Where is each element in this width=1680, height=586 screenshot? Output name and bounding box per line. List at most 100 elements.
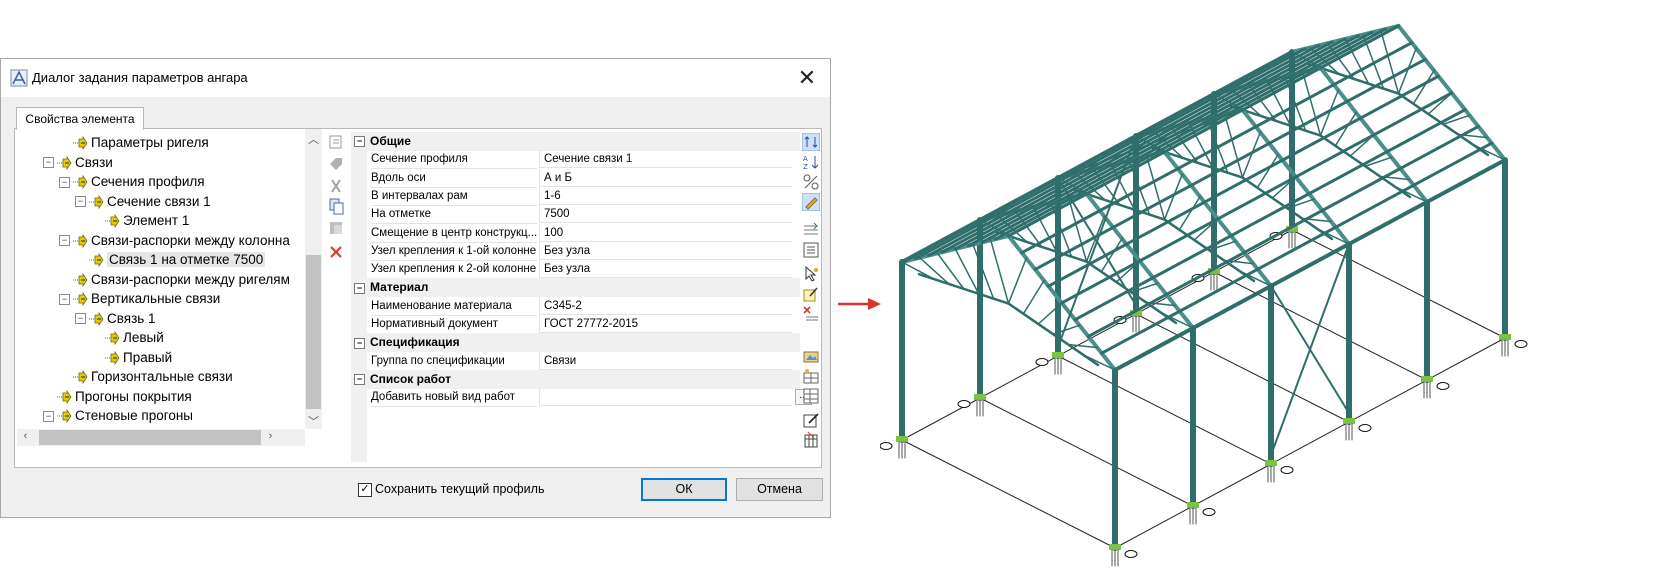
grid-property-row[interactable]: Узел крепления к 1-ой колонне Без узла bbox=[351, 241, 800, 261]
property-value[interactable]: А и Б bbox=[539, 168, 792, 187]
grid-category[interactable]: − Список работ bbox=[351, 369, 800, 389]
scroll-right-icon[interactable]: › bbox=[262, 430, 279, 442]
grid-category[interactable]: − Спецификация bbox=[351, 333, 800, 353]
collapse-toggle-icon[interactable]: − bbox=[354, 337, 365, 349]
grid-property-row[interactable]: Смещение в центр конструкц... 100 bbox=[351, 223, 800, 243]
node-icon bbox=[57, 155, 72, 170]
scroll-down-icon[interactable]: ﹀ bbox=[305, 413, 322, 429]
remove-row-icon[interactable] bbox=[802, 305, 820, 323]
property-name: Наименование материала bbox=[371, 297, 537, 316]
property-value[interactable]: 100 bbox=[539, 223, 792, 242]
grid-property-row[interactable]: Добавить новый вид работ... bbox=[351, 388, 812, 408]
tree-item[interactable]: − Связи-распорки между колонна bbox=[59, 231, 290, 250]
cut-icon[interactable] bbox=[327, 177, 345, 195]
tree-item-label: Связь 1 на отметке 7500 bbox=[107, 252, 266, 267]
collapse-toggle-icon[interactable]: − bbox=[354, 374, 365, 386]
tree-item[interactable]: Правый bbox=[91, 348, 172, 367]
tree-item[interactable]: Прогоны покрытия bbox=[43, 387, 192, 406]
collapse-toggle-icon[interactable]: − bbox=[354, 136, 365, 148]
save-profile-checkbox[interactable]: ✓ Сохранить текущий профиль bbox=[358, 482, 544, 497]
property-value[interactable]: С345-2 bbox=[539, 296, 792, 315]
edit-values-icon[interactable] bbox=[802, 193, 820, 211]
tag-icon[interactable] bbox=[327, 155, 345, 173]
grid-property-row[interactable]: В интервалах рам 1-6 bbox=[351, 186, 800, 206]
tree-item[interactable]: Горизонтальные связи bbox=[59, 367, 233, 386]
base-plate bbox=[1109, 544, 1121, 550]
tab-element-properties[interactable]: Свойства элемента bbox=[16, 107, 144, 130]
grid-property-row[interactable]: Узел крепления к 2-ой колонне Без узла bbox=[351, 260, 800, 280]
tree-item[interactable]: − Вертикальные связи bbox=[59, 289, 220, 308]
insert-row-icon[interactable] bbox=[802, 221, 820, 239]
node-icon bbox=[57, 409, 72, 424]
grid-property-row[interactable]: Наименование материала С345-2 bbox=[351, 296, 800, 316]
property-value[interactable]: 1-6 bbox=[539, 186, 792, 205]
tree-item[interactable]: Элемент 1 bbox=[91, 211, 189, 230]
grid-property-row[interactable]: Группа по спецификации Связи bbox=[351, 351, 800, 371]
grid-category[interactable]: − Материал bbox=[351, 278, 800, 298]
checkbox-box[interactable]: ✓ bbox=[358, 482, 372, 497]
axis-marker bbox=[1436, 382, 1450, 390]
property-value[interactable]: Связи bbox=[539, 351, 792, 370]
tree-horizontal-scrollbar[interactable]: ‹ › bbox=[17, 429, 305, 446]
paste-icon[interactable] bbox=[327, 219, 345, 237]
base-plate bbox=[1343, 418, 1355, 424]
grid-category[interactable]: − Общие bbox=[351, 132, 800, 151]
table-columns-icon[interactable] bbox=[802, 387, 820, 405]
element-tree: Параметры ригеля − Связи − Сечения профиля − С… bbox=[17, 131, 306, 431]
tree-item[interactable]: Связи-распорки между ригелям bbox=[59, 270, 290, 289]
note-edit-icon[interactable] bbox=[802, 285, 820, 303]
collapse-toggle-icon[interactable]: − bbox=[59, 293, 70, 305]
cancel-button[interactable]: Отмена bbox=[736, 478, 823, 501]
grid-property-row[interactable]: Сечение профиля Сечение связи 1 bbox=[351, 150, 800, 170]
tree-horizontal-thumb[interactable] bbox=[39, 430, 261, 445]
node-icon bbox=[73, 292, 88, 307]
collapse-toggle-icon[interactable]: − bbox=[43, 410, 54, 422]
scroll-left-icon[interactable]: ‹ bbox=[17, 430, 34, 442]
add-node-icon[interactable] bbox=[327, 133, 345, 151]
tree-item[interactable]: − Сечения профиля bbox=[59, 172, 205, 191]
image-row-icon[interactable] bbox=[802, 347, 820, 365]
copy-icon[interactable] bbox=[327, 197, 345, 215]
table-edit-icon[interactable] bbox=[802, 411, 820, 429]
property-value[interactable]: Без узла bbox=[539, 260, 792, 279]
collapse-toggle-icon[interactable]: − bbox=[43, 157, 54, 169]
filter-params-icon[interactable] bbox=[802, 173, 820, 191]
tree-item[interactable]: − Сечение связи 1 bbox=[75, 192, 211, 211]
ok-button[interactable]: ОК bbox=[641, 478, 727, 501]
property-value[interactable]: Без узла bbox=[539, 241, 792, 260]
node-icon bbox=[105, 214, 120, 229]
delete-icon[interactable] bbox=[327, 243, 345, 261]
collapse-toggle-icon[interactable]: − bbox=[75, 196, 86, 208]
property-value[interactable] bbox=[539, 388, 792, 407]
grid-toolbar: AZ bbox=[802, 131, 820, 461]
collapse-toggle-icon[interactable]: − bbox=[59, 176, 70, 188]
axis-marker bbox=[1358, 424, 1372, 432]
node-icon bbox=[105, 350, 120, 365]
sort-alpha-icon[interactable]: AZ bbox=[802, 153, 820, 171]
tree-item[interactable]: Левый bbox=[91, 328, 164, 347]
tree-item[interactable]: − Связь 1 bbox=[75, 309, 156, 328]
grid-property-row[interactable]: На отметке 7500 bbox=[351, 205, 800, 225]
tree-vertical-thumb[interactable] bbox=[306, 255, 321, 409]
grid-category-label: Материал bbox=[370, 280, 429, 295]
table-add-icon[interactable] bbox=[802, 367, 820, 385]
tree-vertical-scrollbar[interactable]: ︿ ﹀ bbox=[305, 129, 322, 429]
close-button[interactable]: ✕ bbox=[792, 63, 822, 93]
delete-table-icon[interactable] bbox=[802, 431, 820, 449]
categorized-view-icon[interactable] bbox=[802, 133, 820, 151]
tree-item[interactable]: − Стеновые прогоны bbox=[43, 406, 193, 425]
list-icon[interactable] bbox=[802, 241, 820, 259]
grid-property-row[interactable]: Нормативный документ ГОСТ 27772-2015 bbox=[351, 315, 800, 334]
collapse-toggle-icon[interactable]: − bbox=[75, 313, 86, 325]
property-value[interactable]: Сечение связи 1 bbox=[539, 150, 792, 169]
cursor-select-icon[interactable] bbox=[802, 265, 820, 283]
collapse-toggle-icon[interactable]: − bbox=[354, 282, 365, 294]
property-value[interactable]: 7500 bbox=[539, 205, 792, 224]
property-value[interactable]: ГОСТ 27772-2015 bbox=[539, 315, 792, 333]
grid-property-row[interactable]: Вдоль оси А и Б bbox=[351, 168, 800, 188]
scroll-up-icon[interactable]: ︿ bbox=[305, 131, 322, 147]
collapse-toggle-icon[interactable]: − bbox=[59, 235, 70, 247]
tree-item[interactable]: − Связи bbox=[43, 153, 113, 172]
tree-item[interactable]: Связь 1 на отметке 7500 bbox=[75, 250, 266, 269]
tree-item[interactable]: Параметры ригеля bbox=[59, 133, 209, 152]
